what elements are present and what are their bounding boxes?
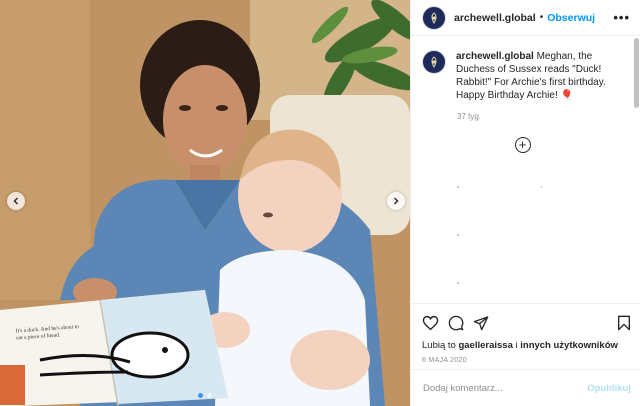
post-header: archewell.global • Obserwuj •••	[411, 0, 640, 36]
likes-user[interactable]: gaelleraissa	[458, 340, 512, 351]
carousel-dot	[207, 393, 212, 398]
comment-icon	[448, 315, 464, 331]
likes-others-button[interactable]: innych użytkowników	[520, 340, 618, 351]
likes-prefix: Lubią to	[422, 340, 459, 351]
carousel-next-button[interactable]	[387, 192, 405, 210]
post-time-ago[interactable]: 37 tyg.	[457, 112, 623, 121]
carousel-prev-button[interactable]	[7, 192, 25, 210]
post-photo: It's a duck. And he's about to eat a pie…	[0, 0, 410, 406]
bookmark-icon	[618, 315, 630, 331]
chevron-right-icon	[394, 197, 399, 205]
avatar[interactable]	[422, 5, 446, 30]
share-icon	[473, 316, 489, 331]
post-date[interactable]: 6 MAJA 2020	[422, 357, 631, 364]
likes-summary: Lubią to gaelleraissa i innych użytkowni…	[422, 340, 631, 351]
chevron-left-icon	[13, 197, 18, 205]
comment-form: Opublikuj	[411, 369, 640, 406]
carousel-dot	[198, 393, 203, 398]
archewell-logo-icon	[431, 11, 437, 24]
separator-dot: •	[539, 12, 544, 23]
action-bar	[422, 312, 631, 334]
comment-input[interactable]	[423, 382, 588, 394]
save-button[interactable]	[617, 315, 631, 331]
post-actions-area: Lubią to gaelleraissa i innych użytkowni…	[411, 303, 640, 364]
loading-dot	[457, 282, 459, 284]
load-more-comments-button[interactable]: +	[514, 137, 531, 153]
loading-dot	[457, 186, 459, 188]
comment-button[interactable]	[448, 315, 464, 331]
comments-scrollbar[interactable]	[634, 38, 639, 108]
more-options-button[interactable]: •••	[613, 10, 630, 25]
heart-icon	[422, 315, 439, 331]
post-comment-button[interactable]: Opublikuj	[587, 383, 631, 394]
comments-section: archewell.global Meghan, the Duchess of …	[411, 36, 633, 301]
archewell-logo-icon	[431, 56, 437, 69]
header-username[interactable]: archewell.global	[454, 12, 536, 24]
post-side-panel: archewell.global • Obserwuj ••• archewel…	[410, 0, 640, 406]
caption-username[interactable]: archewell.global	[456, 51, 534, 62]
carousel-indicator	[0, 393, 410, 398]
caption-avatar[interactable]	[422, 50, 446, 74]
loading-dot	[541, 186, 542, 188]
plus-icon: +	[518, 137, 527, 152]
photo-illustration	[0, 0, 410, 406]
loading-dot	[457, 234, 459, 236]
share-button[interactable]	[473, 315, 489, 331]
post-caption: archewell.global Meghan, the Duchess of …	[456, 50, 623, 102]
caption-row: archewell.global Meghan, the Duchess of …	[422, 50, 623, 102]
follow-button[interactable]: Obserwuj	[547, 12, 595, 24]
like-button[interactable]	[422, 315, 439, 331]
